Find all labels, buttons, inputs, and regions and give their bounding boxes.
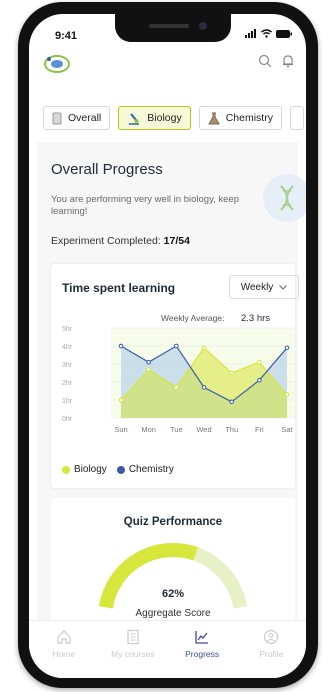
tab-label: Biology [147,112,182,124]
period-value: Weekly [240,281,274,293]
data-point-chemistry [284,345,290,351]
front-camera [199,22,207,30]
page-title: Overall Progress [51,161,163,178]
x-tick-label: Sun [114,425,127,434]
quiz-performance-card: Quiz Performance 62% Aggregate Score [51,498,295,638]
dna-icon [263,174,306,222]
weekly-average-label: Weekly Average: [161,313,224,323]
microscope-icon [129,112,140,125]
data-point-biology [201,345,207,351]
beaker-icon [52,112,62,124]
data-point-chemistry [229,399,234,405]
nav-my-courses[interactable]: My courses [98,621,167,678]
data-point-chemistry [146,359,151,365]
data-point-chemistry [201,385,207,390]
nav-label: Profile [259,649,284,659]
tab-overall[interactable]: Overall [43,106,111,130]
x-tick-label: Wed [196,425,211,434]
x-tick-label: Thu [225,425,238,434]
bell-icon[interactable] [281,54,295,73]
subject-tabs: Overall Biology Chemistry [43,106,304,130]
legend-label: Biology [74,464,107,475]
y-tick-label: 0hr [62,416,73,423]
data-point-biology [229,370,234,376]
time-spent-chart: Weekly Average: 2.3 hrs 0hr 1hr 2hr 3hr 4hr 5… [62,313,295,434]
legend-biology: Biology [62,464,107,475]
data-point-chemistry [174,343,179,349]
x-tick-label: Fri [255,425,264,434]
data-point-biology [284,392,290,397]
data-point-biology [257,359,262,365]
tab-label: Overall [68,112,102,124]
progress-description: You are performing very well in biology,… [51,194,239,217]
home-icon [57,630,71,644]
x-tick-label: Sat [281,425,293,434]
tab-chemistry[interactable]: Chemistry [198,106,282,130]
wifi-icon [261,29,272,38]
legend-chemistry: Chemistry [116,464,174,475]
nav-profile[interactable]: Profile [237,621,306,678]
experiments-value: 17/54 [163,235,190,247]
biology-swatch [62,465,70,474]
chart-legend: Biology Chemistry [62,464,174,475]
legend-label: Chemistry [128,464,174,475]
app-screen: 9:41 Overall Biology Chemistry Overall P… [29,14,306,678]
profile-icon [264,629,279,645]
experiments-completed: Experiment Completed: 17/54 [51,235,190,247]
phone-notch [115,14,231,42]
progress-chart-icon [195,631,209,644]
chevron-down-icon [279,284,288,290]
status-time: 9:41 [55,30,78,42]
quiz-percent: 62% [161,588,185,600]
y-tick-label: 1hr [62,398,73,405]
tab-label: Chemistry [225,112,273,124]
y-tick-label: 4hr [62,344,73,351]
time-spent-card: Time spent learning Weekly Weekly Averag… [51,264,299,488]
data-point-biology [174,385,179,390]
experiments-label: Experiment Completed: [51,235,161,247]
chart-title: Time spent learning [62,281,176,295]
battery-icon [276,29,292,38]
biology-logo-icon[interactable] [43,53,71,80]
speaker [149,24,189,28]
status-icons [245,29,292,38]
quiz-label: Aggregate Score [135,608,211,619]
flask-icon [207,112,220,124]
weekly-average-value: 2.3 hrs [241,313,270,324]
search-icon[interactable] [258,54,272,73]
tab-more[interactable] [289,106,304,130]
data-point-chemistry [118,343,124,349]
courses-icon [127,629,139,645]
y-tick-label: 3hr [62,362,73,369]
y-tick-label: 2hr [62,380,73,387]
nav-home[interactable]: Home [29,621,98,678]
data-point-biology [118,397,124,403]
data-point-biology [146,367,151,372]
nav-label: My courses [111,649,155,659]
period-dropdown[interactable]: Weekly [229,275,299,299]
x-tick-label: Tue [170,425,183,434]
x-tick-label: Mon [141,425,156,434]
nav-progress[interactable]: Progress [168,621,237,678]
y-tick-label: 5hr [62,326,73,333]
data-point-chemistry [257,377,262,383]
nav-label: Progress [185,649,220,659]
signal-icon [245,29,256,38]
nav-label: Home [52,649,75,659]
chemistry-swatch [116,465,125,474]
tab-biology[interactable]: Biology [118,106,191,130]
bottom-nav: Home My courses Progress Profile [29,620,306,678]
